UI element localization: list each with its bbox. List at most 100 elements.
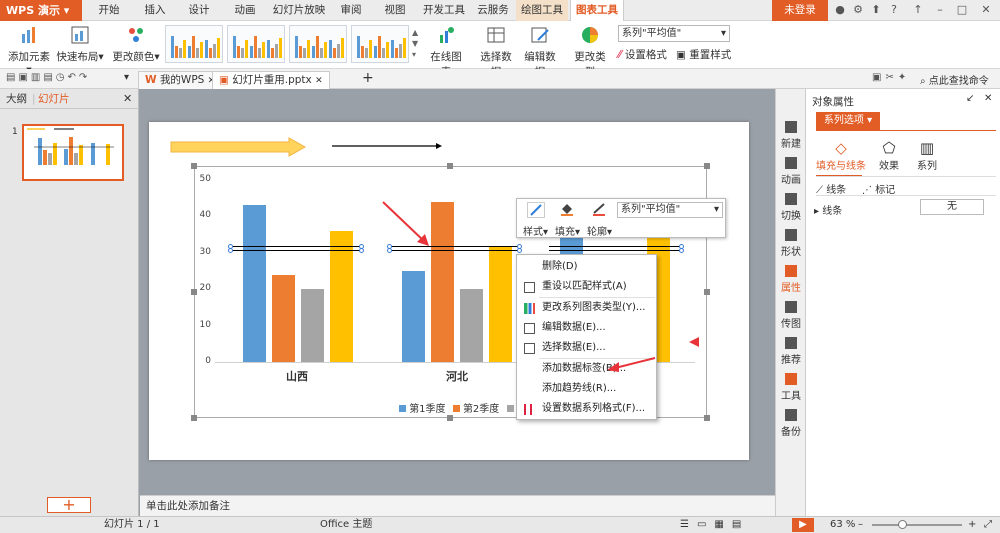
tab-cloud[interactable]: 云服务 [474,0,512,21]
quick-access-toolbar[interactable]: ▤▣▥▤◷↶↷ [6,72,116,86]
style-button[interactable]: 样式▾ [523,223,548,238]
notes-area[interactable]: 单击此处添加备注 [140,495,775,516]
average-line[interactable] [231,250,361,251]
menu-item-reset-style[interactable]: 重设以匹配样式(A) [517,277,656,297]
play-slideshow-button[interactable]: ▶ [792,518,814,532]
menu-item-delete[interactable]: 删除(D) [517,257,656,277]
chart-bar[interactable] [243,205,266,362]
skin-icon[interactable]: ● [834,4,846,16]
series-select[interactable]: 系列"平均值" ▾ [618,25,730,42]
zoom-slider[interactable] [872,524,962,526]
menu-item-add-trendline[interactable]: 添加趋势线(R)... [517,379,656,399]
tab-review[interactable]: 审阅 [336,0,366,21]
tab-my-wps[interactable]: W 我的WPS ✕ [138,71,223,89]
transition-button[interactable]: 切换 [776,193,806,222]
tab-insert[interactable]: 插入 [138,0,172,21]
tab-slides[interactable]: 幻灯片 [38,89,70,109]
doc-tools[interactable]: ▣✂✦ [872,72,910,83]
chart-style-3[interactable] [289,25,347,63]
chart-bar[interactable] [301,289,324,362]
tab-chart-tools[interactable]: 图表工具 [570,0,624,22]
set-format-button[interactable]: ⁄⁄ 设置格式 [618,47,667,62]
line-type-select[interactable]: 无 [920,199,984,215]
line-handle[interactable] [679,248,684,253]
chart-bar[interactable] [272,274,295,362]
series-dropdown[interactable]: 系列"平均值" ▾ [617,202,723,218]
app-menu-button[interactable]: WPS 演示 ▾ [0,0,82,21]
tab-outline[interactable]: 大纲 [6,89,27,109]
fill-icon[interactable] [559,202,577,218]
shape-button[interactable]: 形状 [776,229,806,258]
tab-file[interactable]: ▣ 幻灯片重用.pptx ✕ [212,71,330,89]
minimize-icon[interactable]: – [934,4,946,16]
tab-view[interactable]: 视图 [380,0,410,21]
command-search[interactable]: ⌕ 点此查找命令 [920,72,989,87]
chart-bar[interactable] [489,245,512,362]
chevron-down-icon[interactable]: ▾ [124,72,129,83]
recommend-button[interactable]: 推荐 [776,337,806,366]
backup-button[interactable]: 备份 [776,409,806,438]
reset-style-button[interactable]: ▣ 重置样式 [676,47,731,62]
average-line[interactable] [549,250,681,251]
slide-thumbnail[interactable] [22,124,124,181]
outline-button[interactable]: 轮廓▾ [587,223,612,238]
help-icon[interactable]: ? [888,4,900,16]
menu-item-change-series-type[interactable]: 更改系列图表类型(Y)... [517,298,656,318]
quick-layout-button[interactable]: 快速布局▾ [56,25,104,64]
close-icon[interactable]: ✕ [123,89,132,109]
tab-animation[interactable]: 动画 [228,0,262,21]
pin-icon[interactable]: ↙ [966,93,974,104]
upload-image-button[interactable]: 传图 [776,301,806,330]
chart-style-2[interactable] [227,25,285,63]
share-icon[interactable]: ⬆ [870,4,882,16]
pin-icon[interactable]: ↑ [912,4,924,16]
chart-bar[interactable] [460,289,483,362]
average-line[interactable] [231,246,361,247]
close-icon[interactable]: ✕ [980,4,992,16]
menu-item-select-data[interactable]: 选择数据(E)... [517,338,656,358]
login-button[interactable]: 未登录 [772,0,828,21]
tab-series[interactable]: ▥ 系列 [912,139,942,172]
line-handle[interactable] [517,248,522,253]
line-section-toggle[interactable]: ▸ 线条 [814,202,842,217]
slide-canvas[interactable]: 50 40 30 20 10 0 山西 河北 第1季度 第2季度 [149,122,749,460]
new-tab-icon[interactable]: + [362,70,374,86]
add-slide-button[interactable]: + [47,497,91,513]
view-buttons[interactable]: ☰▭▦▤ [680,517,749,533]
animation-button[interactable]: 动画 [776,157,806,186]
properties-button[interactable]: 属性 [776,265,806,294]
chart-style-4[interactable] [351,25,409,63]
outline-icon[interactable] [591,202,609,218]
zoom-out-button[interactable]: – [858,517,863,533]
close-icon[interactable]: ✕ [984,93,992,104]
gallery-scroll[interactable]: ▲ ▼ ▾ [412,27,422,61]
fit-window-icon[interactable]: ⤢ [984,517,992,533]
subtab-marker[interactable]: ⋰ 标记 [862,181,895,196]
chart-style-1[interactable] [165,25,223,63]
tab-developer[interactable]: 开发工具 [420,0,468,21]
fill-button[interactable]: 填充▾ [555,223,580,238]
menu-item-format-series[interactable]: 设置数据系列格式(F)... [517,399,656,419]
line-handle[interactable] [228,248,233,253]
average-line[interactable] [549,246,681,247]
tab-fill-line[interactable]: ◇ 填充与线条 [816,139,866,172]
tab-design[interactable]: 设计 [182,0,216,21]
tools-button[interactable]: 工具 [776,373,806,402]
tab-slideshow[interactable]: 幻灯片放映 [272,0,326,21]
menu-item-edit-data[interactable]: 编辑数据(E)... [517,318,656,338]
change-color-button[interactable]: 更改颜色▾ [112,25,160,64]
tab-drawing-tools[interactable]: 绘图工具 [516,0,568,21]
new-button[interactable]: 新建 [776,121,806,150]
style-icon[interactable] [527,202,545,218]
settings-icon[interactable]: ⚙ [852,4,864,16]
chart-bar[interactable] [431,201,454,362]
chart-legend[interactable]: 第1季度 第2季度 [399,400,514,415]
subtab-line[interactable]: ⟋ 线条 [816,181,846,196]
tab-effects[interactable]: ⬠ 效果 [874,139,904,172]
series-options-dropdown[interactable]: 系列选项 ▾ [816,112,880,130]
average-line[interactable] [389,250,519,251]
line-handle[interactable] [359,248,364,253]
close-icon[interactable]: ✕ [315,76,323,86]
chart-bar[interactable] [402,271,425,362]
tab-home[interactable]: 开始 [92,0,126,21]
